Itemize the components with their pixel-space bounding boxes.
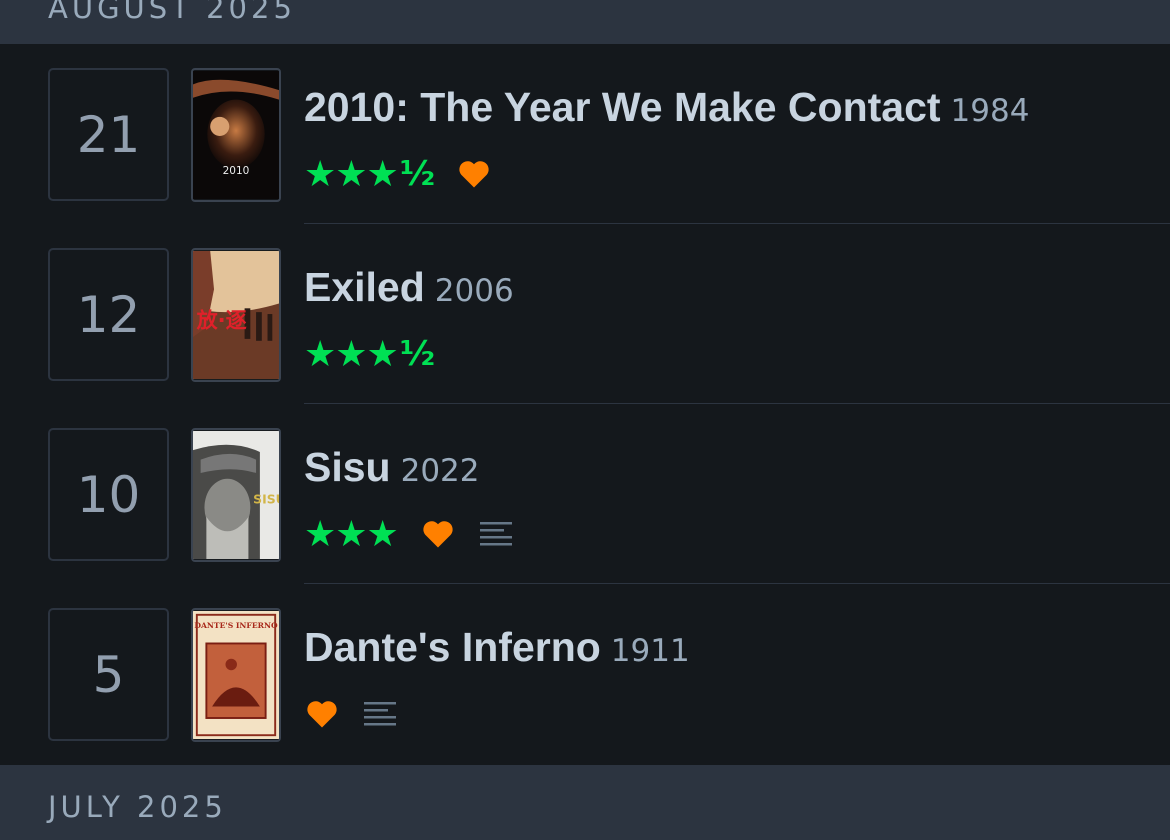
poster-sisu: SISU <box>193 430 279 560</box>
star-icon: ★★★ <box>304 153 399 194</box>
film-meta: ★★★ ½ <box>304 153 492 195</box>
star-rating: ★★★ <box>304 513 399 555</box>
poster-title: DANTE'S INFERNO <box>194 621 278 630</box>
poster-dantes-inferno: DANTE'S INFERNO <box>193 610 279 740</box>
diary-entry[interactable]: 12 放·逐 Exiled 2006 ★★★ ½ <box>0 224 1170 404</box>
film-title[interactable]: Sisu <box>304 444 391 491</box>
star-rating: ★★★ ½ <box>304 153 435 195</box>
half-star-icon: ½ <box>399 154 435 194</box>
film-poster[interactable]: 2010 <box>191 68 281 202</box>
film-year[interactable]: 1984 <box>951 93 1030 129</box>
film-title[interactable]: Exiled <box>304 264 425 311</box>
diary-entries: 21 2010 2010: The Year We Make Contact 1… <box>0 44 1170 765</box>
day-box[interactable]: 5 <box>48 608 169 741</box>
diary-entry[interactable]: 10 SISU Sisu 2022 ★★★ <box>0 404 1170 584</box>
poster-2010: 2010 <box>193 70 279 200</box>
film-title-line: Sisu 2022 <box>304 444 480 491</box>
star-icon: ★★★ <box>304 333 399 374</box>
film-title[interactable]: Dante's Inferno <box>304 624 601 671</box>
diary-entry[interactable]: 5 DANTE'S INFERNO Dante's Inferno 1911 <box>0 584 1170 764</box>
film-meta: ★★★ ½ <box>304 333 435 375</box>
month-label: AUGUST 2025 <box>48 0 296 25</box>
film-year[interactable]: 2006 <box>435 273 514 309</box>
diary-entry[interactable]: 21 2010 2010: The Year We Make Contact 1… <box>0 44 1170 224</box>
film-title[interactable]: 2010: The Year We Make Contact <box>304 84 941 131</box>
month-header-july: JULY 2025 <box>0 765 1170 840</box>
heart-icon <box>459 161 489 188</box>
day-box[interactable]: 10 <box>48 428 169 561</box>
film-title-line: 2010: The Year We Make Contact 1984 <box>304 84 1029 131</box>
day-box[interactable]: 21 <box>48 68 169 201</box>
day-box[interactable]: 12 <box>48 248 169 381</box>
month-header-august: AUGUST 2025 <box>0 0 1170 44</box>
film-title-line: Dante's Inferno 1911 <box>304 624 690 671</box>
star-rating: ★★★ ½ <box>304 333 435 375</box>
film-poster[interactable]: 放·逐 <box>191 248 281 382</box>
day-number: 5 <box>92 645 125 704</box>
film-title-line: Exiled 2006 <box>304 264 514 311</box>
day-number: 21 <box>76 105 141 164</box>
film-poster[interactable]: DANTE'S INFERNO <box>191 608 281 742</box>
half-star-icon: ½ <box>399 334 435 374</box>
star-icon: ★★★ <box>304 513 399 554</box>
poster-title: 2010 <box>223 165 250 177</box>
film-year[interactable]: 1911 <box>611 633 690 669</box>
review-text-icon[interactable] <box>478 516 514 552</box>
poster-title: 放·逐 <box>196 307 247 332</box>
film-meta: ★★★ <box>304 513 514 555</box>
poster-title: SISU <box>253 492 279 507</box>
heart-icon <box>307 701 337 728</box>
heart-icon <box>423 521 453 548</box>
day-number: 10 <box>76 465 141 524</box>
film-year[interactable]: 2022 <box>401 453 480 489</box>
poster-exiled: 放·逐 <box>193 250 279 380</box>
film-poster[interactable]: SISU <box>191 428 281 562</box>
review-text-icon[interactable] <box>362 696 398 732</box>
day-number: 12 <box>76 285 141 344</box>
film-meta <box>304 694 398 734</box>
month-label: JULY 2025 <box>48 789 227 824</box>
